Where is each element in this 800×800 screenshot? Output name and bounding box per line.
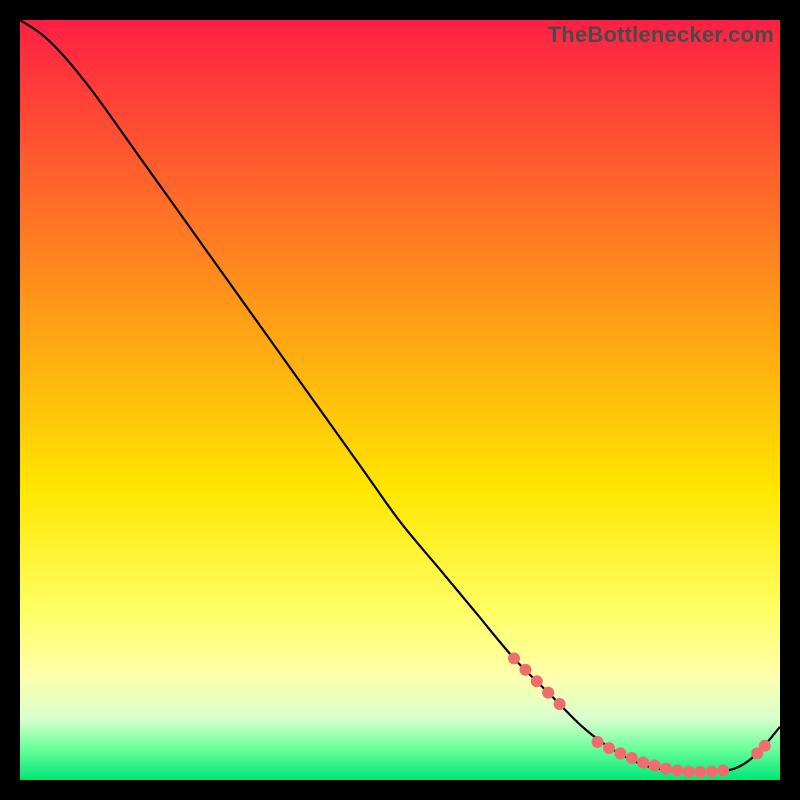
chart-frame: TheBottlenecker.com bbox=[20, 20, 780, 780]
highlight-marker bbox=[694, 766, 706, 778]
highlight-marker bbox=[671, 765, 683, 777]
highlight-marker bbox=[649, 760, 661, 772]
highlight-marker bbox=[508, 652, 520, 664]
highlight-marker bbox=[706, 766, 718, 778]
highlight-marker bbox=[603, 742, 615, 754]
highlight-marker bbox=[531, 675, 543, 687]
highlight-marker bbox=[614, 747, 626, 759]
highlight-marker bbox=[542, 687, 554, 699]
highlight-marker bbox=[637, 757, 649, 769]
highlight-marker bbox=[519, 664, 531, 676]
watermark-text: TheBottlenecker.com bbox=[548, 22, 774, 48]
highlight-marker bbox=[592, 736, 604, 748]
highlight-marker bbox=[717, 765, 729, 777]
highlight-marker bbox=[759, 740, 771, 752]
highlight-marker bbox=[660, 763, 672, 775]
gradient-background bbox=[20, 20, 780, 780]
highlight-marker bbox=[554, 698, 566, 710]
highlight-marker bbox=[683, 766, 695, 778]
highlight-marker bbox=[626, 752, 638, 764]
chart-svg bbox=[20, 20, 780, 780]
